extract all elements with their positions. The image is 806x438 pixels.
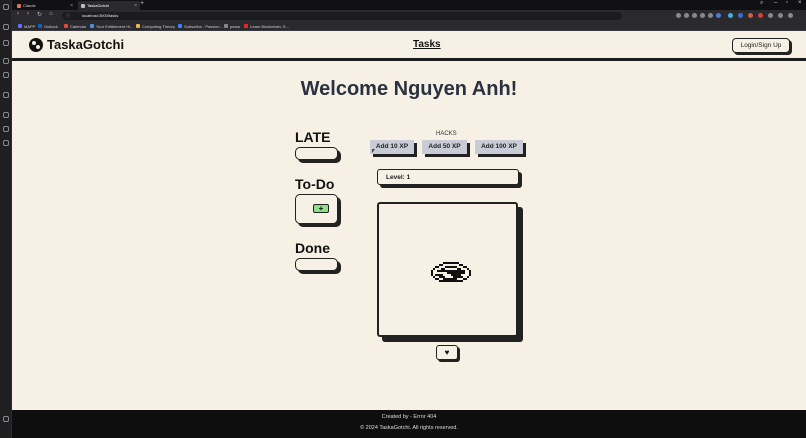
heart-icon: ♥ <box>444 348 450 357</box>
claude-favicon-icon <box>17 3 21 8</box>
footer-credits: Created by - Error 404 <box>381 414 437 420</box>
late-heading: LATE <box>295 129 331 145</box>
forward-icon[interactable]: › <box>27 11 29 17</box>
messenger-icon[interactable] <box>3 92 9 98</box>
close-icon[interactable]: × <box>70 3 73 9</box>
bookmark-item[interactable]: Outlook <box>38 24 58 29</box>
pet-screen <box>377 202 518 337</box>
extension-icon[interactable] <box>676 13 681 18</box>
address-bar[interactable]: ⓘ localhost:3000/tasks <box>62 11 622 20</box>
bookmark-item[interactable]: Learn Blockchain, S... <box>244 24 289 29</box>
home-icon[interactable]: ⌂ <box>49 11 53 17</box>
todo-heading: To-Do <box>295 176 335 192</box>
box-icon[interactable] <box>3 126 9 132</box>
ai-icon[interactable] <box>3 58 9 64</box>
site-icon <box>244 24 248 28</box>
panel-icon[interactable] <box>3 416 9 422</box>
tab-strip: Claude × TaskaGotchi × + ⌕ – ▫ × <box>12 0 806 10</box>
tab-label: TaskaGotchi <box>87 3 110 8</box>
back-icon[interactable]: ‹ <box>17 11 19 17</box>
maximize-icon[interactable]: ▫ <box>786 0 788 6</box>
bookmark-item[interactable]: Computing Theory <box>136 24 175 29</box>
login-signup-button[interactable]: Login/Sign Up <box>732 38 790 53</box>
folder-icon <box>224 24 228 28</box>
footer-copyright: © 2024 TaskaGotchi. All rights reserved. <box>360 425 458 431</box>
bookmarks-bar: MAPP Outlook Calendar Your Entitlement H… <box>12 21 806 31</box>
bookmark-item[interactable]: pears <box>224 24 240 29</box>
feed-button[interactable]: ♥ <box>436 345 458 360</box>
late-task-slot[interactable] <box>295 147 338 160</box>
folder-icon <box>18 24 22 28</box>
extension-icon[interactable] <box>768 13 773 18</box>
add-10-xp-button[interactable]: Add 10 XP <box>370 140 414 154</box>
pet-egg-sprite-icon <box>431 262 471 282</box>
todo-task-slot: + <box>295 194 338 224</box>
extensions-icon[interactable] <box>3 40 9 46</box>
done-heading: Done <box>295 240 330 256</box>
close-icon[interactable]: × <box>134 3 137 9</box>
tab-label: Claude <box>23 3 36 8</box>
add-50-xp-button[interactable]: Add 50 XP <box>422 140 467 154</box>
bookmark-icon[interactable] <box>3 72 9 78</box>
profile-icon[interactable] <box>788 13 793 18</box>
extension-icon[interactable] <box>716 13 721 18</box>
level-text: Level: 1 <box>386 174 411 181</box>
add-100-xp-button[interactable]: Add 100 XP <box>475 140 523 154</box>
extension-icon[interactable] <box>692 13 697 18</box>
bookmark-item[interactable]: Subscribe - Passion... <box>178 24 223 29</box>
footer: Created by - Error 404 © 2024 TaskaGotch… <box>12 410 806 438</box>
browser-toolbar: ‹ › ↻ ⌂ ⓘ localhost:3000/tasks <box>12 10 806 21</box>
workspace-icon[interactable] <box>3 24 9 30</box>
browser-sidebar <box>0 0 12 438</box>
logo-text[interactable]: TaskaGotchi <box>47 37 124 52</box>
site-icon <box>178 24 182 28</box>
page: TaskaGotchi Tasks Login/Sign Up Welcome … <box>12 31 806 438</box>
extension-icon[interactable] <box>684 13 689 18</box>
extension-icon[interactable] <box>738 13 743 18</box>
mouse-cursor-icon <box>372 149 375 153</box>
reload-icon[interactable]: ↻ <box>37 11 42 18</box>
welcome-heading: Welcome Nguyen Anh! <box>300 78 518 100</box>
search-icon[interactable]: ⌕ <box>760 0 763 7</box>
document-icon <box>90 24 94 28</box>
extension-icon[interactable] <box>748 13 753 18</box>
menu-icon[interactable] <box>3 4 9 10</box>
extension-icon[interactable] <box>708 13 713 18</box>
nav-link-tasks[interactable]: Tasks <box>413 39 441 50</box>
bookmark-item[interactable]: Calendar <box>64 24 86 29</box>
folder-icon <box>136 24 140 28</box>
minimize-icon[interactable]: – <box>774 0 777 6</box>
new-tab-button[interactable]: + <box>140 0 144 7</box>
taskagotchi-logo-icon[interactable] <box>29 38 43 52</box>
url-text: localhost:3000/tasks <box>82 13 119 18</box>
download-icon[interactable] <box>778 13 783 18</box>
settings-icon[interactable] <box>3 140 9 146</box>
outlook-icon <box>38 24 42 28</box>
calendar-icon <box>64 24 68 28</box>
extension-icon[interactable] <box>758 13 763 18</box>
site-info-icon[interactable]: ⓘ <box>66 13 70 19</box>
window-close-icon[interactable]: × <box>798 0 802 6</box>
tab-taskagotchi[interactable]: TaskaGotchi × <box>78 1 140 10</box>
add-task-button[interactable]: + <box>313 204 329 213</box>
bookmark-item[interactable]: MAPP <box>18 24 35 29</box>
tab-claude[interactable]: Claude × <box>14 1 76 10</box>
done-task-slot[interactable] <box>295 258 338 271</box>
extension-icon[interactable] <box>700 13 705 18</box>
taskagotchi-favicon-icon <box>81 3 85 8</box>
level-display: Level: 1 <box>377 169 519 185</box>
history-icon[interactable] <box>3 112 9 118</box>
extension-icon[interactable] <box>728 13 733 18</box>
hacks-label: HACKS <box>436 131 457 137</box>
navbar: TaskaGotchi Tasks Login/Sign Up <box>12 31 806 61</box>
bookmark-item[interactable]: Your Entitlement Hi... <box>90 24 133 29</box>
